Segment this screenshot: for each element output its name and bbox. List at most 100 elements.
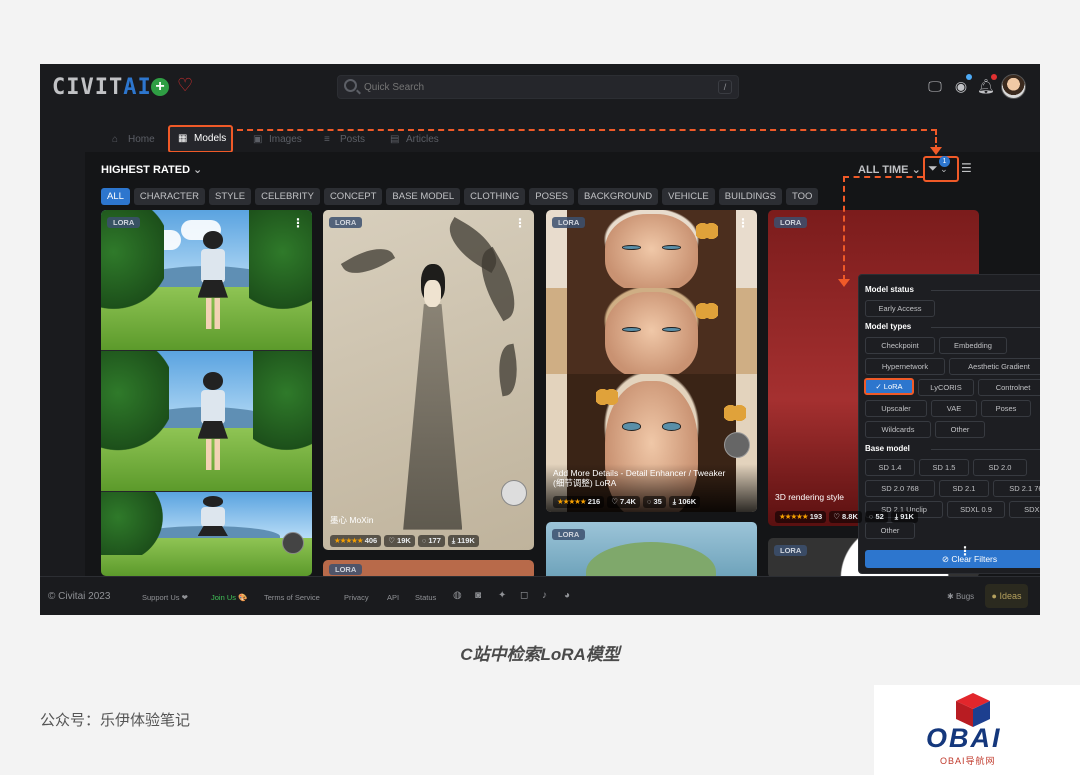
tiktok-icon[interactable]: ♪ [542,590,547,601]
reddit-icon[interactable]: ◕ [564,590,570,601]
sort-dropdown[interactable]: HIGHEST RATED ⌄ [101,163,202,176]
github-icon[interactable]: ◍ [453,590,462,601]
base-sd21-768[interactable]: SD 2.1 768 [993,480,1040,497]
footer-link-terms[interactable]: Terms of Service [264,593,320,602]
chip-clothing[interactable]: CLOTHING [464,188,526,205]
tab-models[interactable]: ▦ Models [168,125,234,153]
base-other[interactable]: Other [865,522,915,539]
quick-search-bar[interactable]: / [337,75,739,99]
base-sdxl10[interactable]: SDXL 1.0 [1009,501,1040,518]
model-card[interactable]: LORA ⋮ [101,210,312,576]
search-input[interactable] [364,79,694,95]
footer-link-join[interactable]: Join Us 🎨 [211,593,247,602]
chip-character[interactable]: CHARACTER [133,188,206,205]
creator-avatar[interactable] [282,532,304,554]
base-sd15[interactable]: SD 1.5 [919,459,969,476]
footer-link-privacy[interactable]: Privacy [344,593,369,602]
period-dropdown[interactable]: ALL TIME ⌄ [858,163,921,176]
discord-icon[interactable]: ◙ [475,590,481,601]
base-model-heading: Base model [865,444,910,453]
ideas-button[interactable]: ● Ideas [985,584,1028,608]
type-badge: LORA [774,217,808,228]
chip-tools[interactable]: TOO [785,188,819,205]
chip-style[interactable]: STYLE [209,188,252,205]
upload-icon[interactable]: 🖵 [927,78,943,94]
divider [931,290,1040,291]
base-sd14[interactable]: SD 1.4 [865,459,915,476]
preview-image [546,288,757,374]
type-badge: LORA [107,217,141,228]
type-poses[interactable]: Poses [981,400,1031,417]
wechat-watermark: 公众号：乐伊体验笔记 [40,712,191,729]
type-vae[interactable]: VAE [931,400,977,417]
rating-pill: ★★★★★ 193 [775,511,827,523]
type-checkpoint[interactable]: Checkpoint [865,337,935,354]
screenshot-frame: CIVITAI + ♡ / 🖵 ◉ 🔔︎ ⌂Home ▦Models ▣Imag… [40,64,1040,615]
filter-icon: ⏷ [928,161,938,175]
model-card[interactable]: LORA ⋮ 墨心 MoXin ★★★★★ 406 ♡ 19K ◌ 177 ⤓ 119… [323,210,534,550]
chevron-down-icon: ⌄ [193,164,203,176]
type-lycoris[interactable]: LyCORIS [918,379,974,396]
filter-button[interactable]: ⏷ ⌄ 1 [923,156,959,182]
instagram-icon[interactable]: ◻ [520,590,528,601]
chip-base-model[interactable]: BASE MODEL [386,188,461,205]
create-plus-icon[interactable]: + [151,78,169,96]
base-sd20[interactable]: SD 2.0 [973,459,1027,476]
heart-icon[interactable]: ♡ [177,75,193,96]
top-header: CIVITAI + ♡ / 🖵 ◉ 🔔︎ [40,64,1040,112]
chip-celebrity[interactable]: CELEBRITY [255,188,320,205]
chip-vehicle[interactable]: VEHICLE [662,188,715,205]
eye-settings-icon[interactable]: ◉ [953,78,969,94]
more-menu-icon[interactable]: ⋮ [959,544,971,558]
clear-filters-button[interactable]: ⊘ Clear Filters [865,550,1040,568]
avatar[interactable] [1001,74,1026,99]
grid-icon: ▦ [178,133,188,144]
footer-link-api[interactable]: API [387,593,399,602]
base-sd20-768[interactable]: SD 2.0 768 [865,480,935,497]
rating-pill: ★★★★★ 406 [330,535,382,547]
type-lora[interactable]: ✓ LoRA [864,378,914,395]
type-other[interactable]: Other [935,421,985,438]
model-card[interactable]: LORA ⋮ Add More Details - Detail Enhance… [546,210,757,512]
model-status-heading: Model status [865,285,914,294]
star-rating-icon: ★★★★★ [779,512,809,521]
divider [931,449,1040,450]
annotation-line [237,129,937,131]
creator-avatar[interactable] [501,480,527,506]
footer-link-status[interactable]: Status [415,593,436,602]
type-hypernetwork[interactable]: Hypernetwork [865,358,945,375]
chip-all[interactable]: ALL [101,188,130,205]
divider [931,327,1040,328]
models-panel: HIGHEST RATED ⌄ ALL TIME ⌄ ⏷ ⌄ 1 ☰ ALL CHAR… [85,152,1040,582]
twitter-icon[interactable]: ✦ [498,590,506,601]
chip-concept[interactable]: CONCEPT [323,188,383,205]
chip-background[interactable]: BACKGROUND [578,188,659,205]
card-stats: ★★★★★ 216 ♡ 7.4K ◌ 35 ⤓ 106K [553,491,703,508]
bell-icon[interactable]: 🔔︎ [977,78,995,94]
tab-home[interactable]: ⌂ Home [112,126,155,154]
more-menu-icon[interactable]: ⋮ [514,216,526,230]
base-sdxl09[interactable]: SDXL 0.9 [947,501,1005,518]
type-wildcards[interactable]: Wildcards [865,421,931,438]
type-upscaler[interactable]: Upscaler [865,400,927,417]
layout-toggle-icon[interactable]: ☰ [961,161,972,175]
downloads-pill: ⤓ 91K [890,511,918,523]
type-controlnet[interactable]: Controlnet [978,379,1040,396]
more-menu-icon[interactable]: ⋮ [737,216,749,230]
check-icon: ✓ [875,382,884,391]
footer-link-support[interactable]: Support Us ❤ [142,593,188,602]
model-card[interactable]: LORA [546,522,757,582]
creator-avatar[interactable] [724,432,750,458]
type-embedding[interactable]: Embedding [939,337,1007,354]
base-sd21[interactable]: SD 2.1 [939,480,989,497]
chip-buildings[interactable]: BUILDINGS [718,188,782,205]
preview-image [101,351,312,491]
civitai-logo[interactable]: CIVITAI [52,75,152,100]
status-early-access[interactable]: Early Access [865,300,935,317]
type-aesthetic-gradient[interactable]: Aesthetic Gradient [949,358,1040,375]
bugs-link[interactable]: ✱ Bugs [947,592,974,601]
more-menu-icon[interactable]: ⋮ [292,216,304,230]
chip-poses[interactable]: POSES [529,188,575,205]
type-badge: LORA [552,217,586,228]
category-chips: ALL CHARACTER STYLE CELEBRITY CONCEPT BASE MO… [101,186,822,205]
